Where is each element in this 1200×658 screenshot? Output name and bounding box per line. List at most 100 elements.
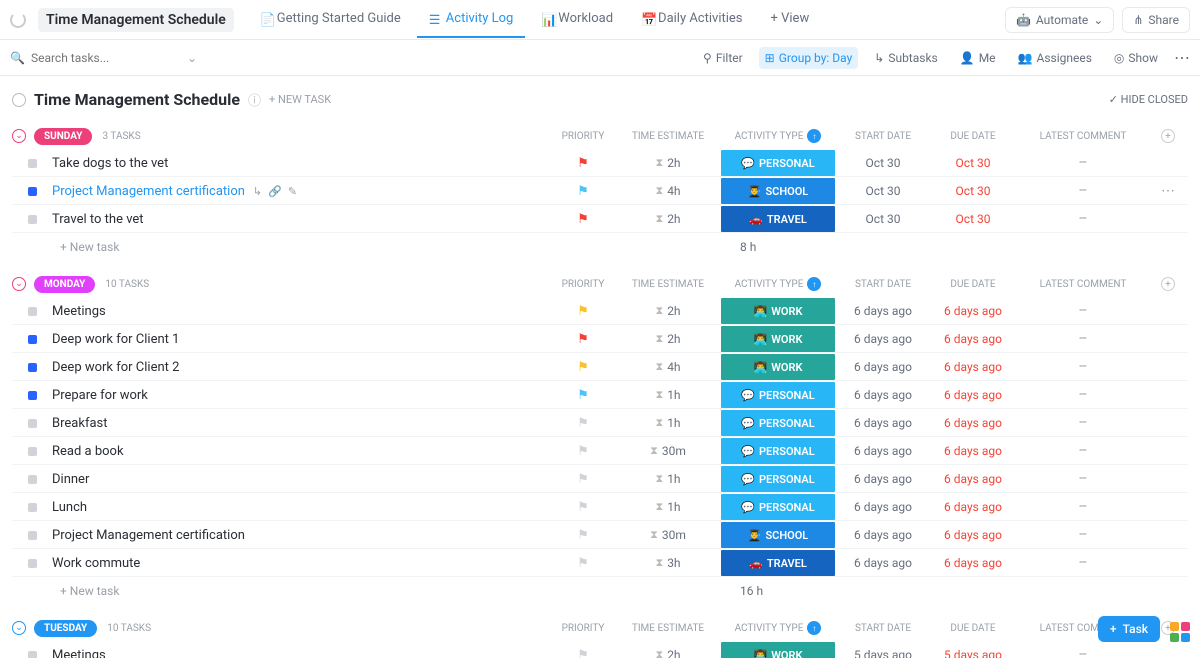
time-estimate-value[interactable]: 1h [667,388,680,402]
automate-button[interactable]: 🤖Automate⌄ [1005,7,1114,33]
task-status-square[interactable] [28,651,37,658]
status-circle-icon[interactable] [12,93,26,107]
task-name[interactable]: Take dogs to the vet [52,156,168,171]
activity-type-tag[interactable]: 👨‍💻WORK [721,642,835,658]
col-time-estimate[interactable]: TIME ESTIMATE [618,131,718,142]
priority-flag-icon[interactable]: ⚑ [577,444,589,459]
latest-comment[interactable]: – [1018,555,1148,571]
activity-type-tag[interactable]: 💬PERSONAL [721,410,835,436]
task-status-square[interactable] [28,391,37,400]
time-estimate-value[interactable]: 3h [667,556,680,570]
chevron-down-icon[interactable]: ⌄ [187,51,197,65]
group-badge[interactable]: TUESDAY [34,620,97,637]
edit-icon[interactable]: ✎ [288,185,297,198]
due-date[interactable]: 6 days ago [928,556,1018,570]
group-collapse-toggle[interactable]: ⌄ [12,129,26,143]
task-name[interactable]: Meetings [52,304,106,319]
start-date[interactable]: 6 days ago [838,304,928,318]
latest-comment[interactable]: – [1018,359,1148,375]
col-due-date[interactable]: DUE DATE [928,279,1018,290]
activity-type-tag[interactable]: 👨‍💻WORK [721,298,835,324]
time-estimate-value[interactable]: 1h [667,416,680,430]
priority-flag-icon[interactable]: ⚑ [577,332,589,347]
task-row[interactable]: Prepare for work ⚑ ⧗1h 💬PERSONAL 6 days … [12,381,1188,409]
due-date[interactable]: 5 days ago [928,648,1018,658]
due-date[interactable]: 6 days ago [928,472,1018,486]
subtasks-button[interactable]: ↳Subtasks [868,47,943,69]
due-date[interactable]: 6 days ago [928,360,1018,374]
priority-flag-icon[interactable]: ⚑ [577,184,589,199]
more-icon[interactable]: ⋯ [1174,48,1190,67]
tab-activity-log[interactable]: ☰Activity Log [417,1,526,38]
col-due-date[interactable]: DUE DATE [928,623,1018,634]
col-activity-type[interactable]: ACTIVITY TYPE↑ [718,277,838,291]
task-status-square[interactable] [28,419,37,428]
time-estimate-value[interactable]: 4h [667,184,680,198]
group-collapse-toggle[interactable]: ⌄ [12,277,26,291]
start-date[interactable]: 6 days ago [838,444,928,458]
subtask-icon[interactable]: ↳ [253,185,262,198]
activity-type-tag[interactable]: 💬PERSONAL [721,494,835,520]
activity-type-tag[interactable]: 👨‍💻WORK [721,354,835,380]
col-priority[interactable]: PRIORITY [548,131,618,142]
start-date[interactable]: 6 days ago [838,472,928,486]
col-activity-type[interactable]: ACTIVITY TYPE↑ [718,621,838,635]
latest-comment[interactable]: – [1018,211,1148,227]
task-row[interactable]: Breakfast ⚑ ⧗1h 💬PERSONAL 6 days ago 6 d… [12,409,1188,437]
time-estimate-value[interactable]: 30m [662,528,686,542]
link-icon[interactable]: 🔗 [268,185,282,198]
filter-button[interactable]: ⚲Filter [697,47,749,69]
col-latest-comment[interactable]: LATEST COMMENT [1018,279,1148,290]
add-column-button[interactable]: + [1161,277,1175,291]
priority-flag-icon[interactable]: ⚑ [577,360,589,375]
latest-comment[interactable]: – [1018,155,1148,171]
task-status-square[interactable] [28,335,37,344]
hide-closed-button[interactable]: ✓ HIDE CLOSED [1109,93,1188,106]
assignees-button[interactable]: 👥Assignees [1012,47,1098,69]
task-name[interactable]: Meetings [52,648,106,658]
priority-flag-icon[interactable]: ⚑ [577,416,589,431]
due-date[interactable]: 6 days ago [928,304,1018,318]
app-switcher[interactable] [1170,622,1190,642]
task-name[interactable]: Work commute [52,556,140,571]
task-row[interactable]: Read a book ⚑ ⧗30m 💬PERSONAL 6 days ago … [12,437,1188,465]
activity-type-tag[interactable]: 👨‍🎓SCHOOL [721,522,835,548]
latest-comment[interactable]: – [1018,499,1148,515]
start-date[interactable]: 6 days ago [838,416,928,430]
task-name[interactable]: Breakfast [52,416,108,431]
priority-flag-icon[interactable]: ⚑ [577,556,589,571]
due-date[interactable]: 6 days ago [928,500,1018,514]
time-estimate-value[interactable]: 30m [662,444,686,458]
latest-comment[interactable]: – [1018,387,1148,403]
activity-type-tag[interactable]: 💬PERSONAL [721,382,835,408]
due-date[interactable]: 6 days ago [928,388,1018,402]
sort-asc-icon[interactable]: ↑ [807,277,821,291]
col-start-date[interactable]: START DATE [838,623,928,634]
latest-comment[interactable]: – [1018,527,1148,543]
task-name[interactable]: Project Management certification [52,184,245,199]
col-time-estimate[interactable]: TIME ESTIMATE [618,623,718,634]
task-row[interactable]: Deep work for Client 1 ⚑ ⧗2h 👨‍💻WORK 6 d… [12,325,1188,353]
col-start-date[interactable]: START DATE [838,131,928,142]
priority-flag-icon[interactable]: ⚑ [577,528,589,543]
new-task-button[interactable]: + New task [60,584,119,598]
tab-getting-started[interactable]: 📄Getting Started Guide [248,1,413,38]
task-row[interactable]: Project Management certification ⚑ ⧗30m … [12,521,1188,549]
new-task-button[interactable]: + New task [60,240,119,254]
start-date[interactable]: 6 days ago [838,500,928,514]
due-date[interactable]: 6 days ago [928,332,1018,346]
me-button[interactable]: 👤Me [954,47,1002,69]
show-button[interactable]: ◎Show [1108,47,1164,69]
task-name[interactable]: Project Management certification [52,528,245,543]
task-status-square[interactable] [28,187,37,196]
task-status-square[interactable] [28,159,37,168]
task-row[interactable]: Take dogs to the vet ⚑ ⧗2h 💬PERSONAL Oct… [12,149,1188,177]
task-name[interactable]: Read a book [52,444,124,459]
col-latest-comment[interactable]: LATEST COMMENT [1018,131,1148,142]
sort-asc-icon[interactable]: ↑ [807,621,821,635]
time-estimate-value[interactable]: 2h [667,332,680,346]
task-name[interactable]: Lunch [52,500,87,515]
task-name[interactable]: Travel to the vet [52,212,144,227]
start-date[interactable]: Oct 30 [838,184,928,198]
col-due-date[interactable]: DUE DATE [928,131,1018,142]
